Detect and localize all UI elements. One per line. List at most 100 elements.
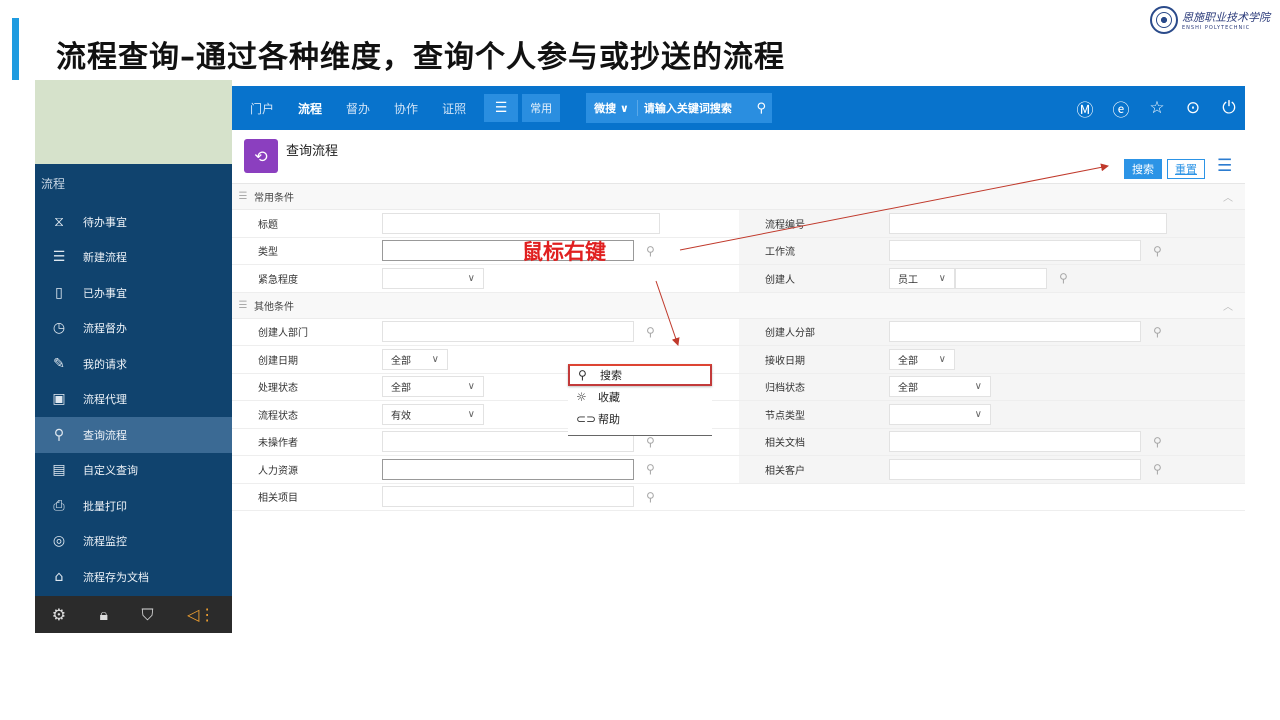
- menu-icon[interactable]: ☰: [484, 94, 519, 122]
- shirt-icon[interactable]: ⛉: [141, 605, 153, 625]
- related-project-input[interactable]: [382, 486, 634, 508]
- search-icon[interactable]: ⚲: [1153, 244, 1162, 258]
- sidebar-item-supervise[interactable]: ◷ 流程督办: [35, 311, 232, 347]
- search-icon[interactable]: ⚲: [646, 462, 655, 476]
- m-icon[interactable]: Ⓜ: [1075, 96, 1095, 121]
- section-title: 其他条件: [254, 301, 294, 313]
- new-doc-icon: ☰: [52, 249, 66, 266]
- nav-flow[interactable]: 流程: [286, 100, 334, 117]
- collapse-icon[interactable]: ︿: [1223, 298, 1233, 313]
- logo-en-text: ENSHI POLYTECHNIC: [1182, 25, 1251, 31]
- school-seal-icon: [1150, 6, 1178, 34]
- related-customer-input[interactable]: [889, 458, 1141, 480]
- list-view-icon[interactable]: ☰: [1217, 156, 1232, 176]
- chevron-down-icon: ∨: [431, 353, 439, 365]
- search-icon[interactable]: ⚲: [1153, 435, 1162, 449]
- search-icon[interactable]: ⚲: [646, 435, 655, 449]
- archive-status-select[interactable]: 全部 ∨: [889, 376, 991, 398]
- sidebar-item-agent[interactable]: ▣ 流程代理: [35, 382, 232, 418]
- sidebar-item-batch-print[interactable]: ⎙ 批量打印: [35, 488, 232, 524]
- workflow-input[interactable]: [889, 240, 1141, 262]
- section-handle-icon: ☰: [238, 191, 248, 202]
- sidebar-item-monitor[interactable]: ◎ 流程监控: [35, 524, 232, 560]
- label-creator-branch: 创建人分部: [739, 318, 889, 345]
- right-click-annotation: 鼠标右键: [522, 240, 606, 264]
- context-menu-favorite[interactable]: ☼ 收藏: [568, 386, 712, 408]
- node-type-select[interactable]: ∨: [889, 403, 991, 425]
- school-logo: 恩施职业技术学院 ENSHI POLYTECHNIC: [1150, 6, 1270, 34]
- hr-input[interactable]: [382, 458, 634, 480]
- star-icon[interactable]: ☆: [1147, 98, 1167, 118]
- sidebar-item-custom-query[interactable]: ▤ 自定义查询: [35, 453, 232, 489]
- sidebar-item-new-flow[interactable]: ☰ 新建流程: [35, 240, 232, 276]
- sidebar-item-save-doc[interactable]: ⌂ 流程存为文档: [35, 559, 232, 595]
- sidebar-item-done[interactable]: ▯ 已办事宜: [35, 275, 232, 311]
- nav-common[interactable]: 常用: [522, 94, 561, 122]
- label-related-doc: 相关文档: [739, 428, 889, 455]
- search-icon[interactable]: ⚲: [1153, 462, 1162, 476]
- chevron-down-icon: ∨: [974, 381, 982, 393]
- more-icon[interactable]: ⊙: [1183, 98, 1203, 118]
- search-icon[interactable]: ⚲: [646, 244, 655, 258]
- process-status-select[interactable]: 全部 ∨: [382, 376, 484, 398]
- section-other[interactable]: ☰ 其他条件 ︿: [232, 292, 1245, 319]
- search-icon[interactable]: ⚲: [1059, 271, 1068, 285]
- label-process-status: 处理状态: [258, 383, 298, 395]
- sidebar-item-label: 查询流程: [83, 428, 127, 442]
- form-row: 紧急程度 ∨ 创建人 员工 ∨ ⚲: [232, 265, 1245, 293]
- speaker-icon[interactable]: ◁⋮: [187, 605, 215, 624]
- context-menu-help[interactable]: ⊂⊃ 帮助: [568, 408, 712, 430]
- urgency-select[interactable]: ∨: [382, 267, 484, 289]
- form-row: 未操作者 ⚲ 相关文档 ⚲: [232, 428, 1245, 456]
- nav-collab[interactable]: 协作: [382, 100, 430, 117]
- top-nav: 门户 流程 督办 协作 证照 ☰ 常用 微搜 ∨ 请输入关键词搜索 ⚲ Ⓜ ⓔ …: [232, 86, 1245, 130]
- global-search[interactable]: 微搜 ∨ 请输入关键词搜索 ⚲: [586, 93, 773, 123]
- label-creator: 创建人: [739, 265, 889, 292]
- section-title: 常用条件: [254, 193, 294, 204]
- search-type-select[interactable]: 微搜 ∨: [586, 100, 638, 116]
- search-icon[interactable]: ⚲: [646, 490, 655, 504]
- form-row: 相关项目 ⚲: [232, 484, 1245, 511]
- context-menu-search[interactable]: ⚲ 搜索: [568, 364, 712, 386]
- sidebar-item-label: 新建流程: [83, 251, 127, 265]
- power-icon[interactable]: ⏻: [1219, 98, 1239, 118]
- section-common[interactable]: ☰ 常用条件 ︿: [232, 184, 1245, 210]
- page-header: ⟲ 查询流程 搜索 重置 ☰: [232, 130, 1245, 184]
- search-icon[interactable]: ⚲: [757, 101, 773, 116]
- settings-icon[interactable]: ⚙: [52, 605, 66, 624]
- creator-branch-input[interactable]: [889, 321, 1141, 343]
- sidebar-item-query-flow[interactable]: ⚲ 查询流程: [35, 417, 232, 453]
- create-date-select[interactable]: 全部 ∨: [382, 348, 448, 370]
- collapse-icon[interactable]: ︿: [1223, 189, 1233, 204]
- receive-date-select[interactable]: 全部 ∨: [889, 348, 955, 370]
- title-input[interactable]: [382, 212, 660, 234]
- reset-button[interactable]: 重置: [1167, 159, 1205, 179]
- label-creator-dept: 创建人部门: [258, 328, 308, 340]
- related-doc-input[interactable]: [889, 431, 1141, 453]
- nav-portal[interactable]: 门户: [232, 100, 286, 117]
- sidebar-item-label: 流程督办: [83, 322, 127, 336]
- slide-title: 流程查询–通过各种维度，查询个人参与或抄送的流程: [56, 40, 785, 75]
- sidebar-item-my-requests[interactable]: ✎ 我的请求: [35, 346, 232, 382]
- lock-icon[interactable]: 🔒︎: [100, 605, 109, 625]
- flow-no-input[interactable]: [889, 212, 1167, 234]
- search-button[interactable]: 搜索: [1124, 159, 1162, 179]
- clock-icon: ◷: [52, 320, 66, 337]
- nav-supervise[interactable]: 督办: [334, 100, 382, 117]
- nav-license[interactable]: 证照: [430, 100, 478, 117]
- sidebar-item-todo[interactable]: ⧖ 待办事宜: [35, 204, 232, 240]
- sidebar-item-label: 批量打印: [83, 499, 127, 513]
- creator-input[interactable]: [955, 267, 1047, 289]
- search-input[interactable]: 请输入关键词搜索: [638, 100, 757, 116]
- help-tag-icon: ⊂⊃: [576, 412, 597, 426]
- creator-type-select[interactable]: 员工 ∨: [889, 267, 955, 289]
- sidebar: 流程 ⧖ 待办事宜 ☰ 新建流程 ▯ 已办事宜 ◷ 流程督办 ✎ 我的请求 ▣ 流程代理 ⚲…: [35, 80, 232, 633]
- flow-status-select[interactable]: 有效 ∨: [382, 403, 484, 425]
- query-flow-icon: ⟲: [244, 139, 278, 173]
- search-icon[interactable]: ⚲: [646, 325, 655, 339]
- creator-dept-input[interactable]: [382, 321, 634, 343]
- label-archive-status: 归档状态: [739, 373, 889, 400]
- sun-icon: ☼: [576, 390, 587, 404]
- e-icon[interactable]: ⓔ: [1111, 96, 1131, 121]
- search-icon[interactable]: ⚲: [1153, 325, 1162, 339]
